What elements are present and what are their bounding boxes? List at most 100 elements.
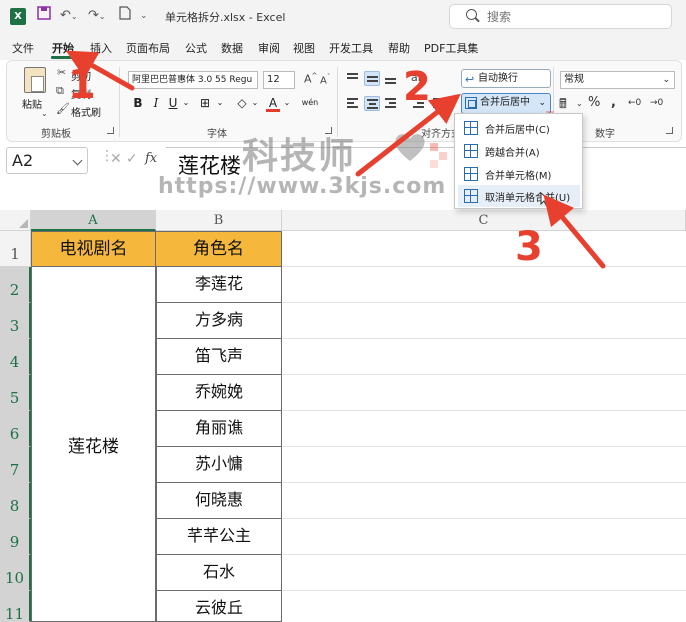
copy-icon[interactable]: ⧉	[56, 84, 64, 98]
increase-decimal-icon[interactable]: ←0	[628, 98, 641, 108]
column-header-b[interactable]: B	[156, 210, 282, 231]
tab-home[interactable]: 开始	[52, 40, 74, 56]
cell-a1[interactable]: 电视剧名	[31, 231, 156, 267]
row-header-5[interactable]: 5	[0, 375, 31, 411]
borders-icon[interactable]: ⊞	[198, 94, 212, 112]
merge-across-icon	[464, 144, 478, 158]
wrap-text-label: 自动换行	[478, 73, 518, 84]
font-color-dropdown-icon[interactable]: ⌄	[283, 94, 291, 112]
search-input[interactable]	[487, 8, 657, 25]
cell-b7[interactable]: 苏小慵	[156, 447, 282, 483]
print-preview-icon[interactable]	[119, 6, 131, 26]
undo-icon[interactable]: ↶⌄	[60, 6, 78, 26]
cell-b6[interactable]: 角丽谯	[156, 411, 282, 447]
cell-b4[interactable]: 笛飞声	[156, 339, 282, 375]
merge-dropdown-icon[interactable]: ⌄	[538, 94, 546, 112]
cell-b8[interactable]: 何晓惠	[156, 483, 282, 519]
number-format-select[interactable]: 常规 ⌄	[560, 71, 675, 89]
accounting-dropdown-icon[interactable]: ⌄	[576, 99, 583, 108]
underline-icon[interactable]: U	[167, 94, 179, 112]
tab-page-layout[interactable]: 页面布局	[126, 40, 170, 56]
fill-color-dropdown-icon[interactable]: ⌄	[251, 94, 259, 112]
enter-icon[interactable]: ✓	[126, 151, 138, 167]
gridline	[282, 374, 686, 375]
align-middle-icon[interactable]	[364, 71, 380, 86]
increase-font-icon[interactable]: A^	[304, 72, 317, 86]
save-icon[interactable]	[37, 6, 51, 26]
column-header-a[interactable]: A	[31, 210, 156, 231]
tab-help[interactable]: 帮助	[388, 40, 410, 56]
menu-item-merge-center[interactable]: 合并后居中(C)	[458, 117, 580, 139]
gridline	[282, 554, 686, 555]
row-header-7[interactable]: 7	[0, 447, 31, 483]
row-header-9[interactable]: 9	[0, 519, 31, 555]
font-size-select[interactable]: 12	[263, 71, 295, 89]
cell-b10[interactable]: 石水	[156, 555, 282, 591]
row-header-10[interactable]: 10	[0, 555, 31, 591]
borders-dropdown-icon[interactable]: ⌄	[216, 94, 224, 112]
cut-icon[interactable]: ✂	[57, 66, 66, 79]
row-header-2[interactable]: 2	[0, 267, 31, 303]
customize-qat-icon[interactable]: ⌄	[140, 6, 148, 26]
menu-item-label: 合并单元格(M)	[485, 171, 552, 182]
tab-formulas[interactable]: 公式	[185, 40, 207, 56]
cell-b9[interactable]: 芊芊公主	[156, 519, 282, 555]
cell-b11[interactable]: 云彼丘	[156, 591, 282, 622]
select-all-button[interactable]	[0, 210, 31, 231]
cell-b2[interactable]: 李莲花	[156, 267, 282, 303]
annotation-number-1: 1	[68, 62, 96, 108]
cell-b1[interactable]: 角色名	[156, 231, 282, 267]
tab-file[interactable]: 文件	[12, 40, 34, 56]
align-left-icon[interactable]	[345, 96, 361, 111]
search-box[interactable]	[449, 4, 672, 29]
tab-pdf-tools[interactable]: PDF工具集	[424, 40, 478, 56]
paste-dropdown-icon[interactable]: ⌄	[41, 109, 48, 118]
merged-cell-a2[interactable]: 莲花楼	[31, 267, 156, 622]
cell-b5[interactable]: 乔婉娩	[156, 375, 282, 411]
cell-b3[interactable]: 方多病	[156, 303, 282, 339]
increase-indent-icon[interactable]	[431, 96, 447, 111]
tab-developer[interactable]: 开发工具	[329, 40, 373, 56]
align-right-icon[interactable]	[383, 96, 399, 111]
phonetic-guide-icon[interactable]: wén	[301, 94, 319, 112]
comma-style-icon[interactable]: ,	[611, 95, 616, 110]
percent-icon[interactable]: %	[588, 95, 600, 110]
gridline	[282, 410, 686, 411]
font-color-icon[interactable]: A	[266, 94, 280, 112]
row-header-1[interactable]: 1	[0, 231, 31, 267]
font-name-select[interactable]: 阿里巴巴普惠体 3.0 55 Regu	[128, 71, 258, 89]
underline-dropdown-icon[interactable]: ⌄	[182, 94, 190, 112]
wrap-text-button[interactable]: ↩ 自动换行	[461, 69, 551, 88]
clipboard-launcher-icon[interactable]	[107, 127, 114, 134]
menu-item-merge-across[interactable]: 跨越合并(A)	[458, 140, 580, 162]
menu-item-unmerge-cells[interactable]: 取消单元格合并(U)	[458, 185, 580, 207]
merge-center-button[interactable]: 合并后居中 ⌄	[461, 93, 551, 114]
row-header-8[interactable]: 8	[0, 483, 31, 519]
redo-icon[interactable]: ↷⌄	[88, 6, 106, 26]
row-header-3[interactable]: 3	[0, 303, 31, 339]
cancel-icon[interactable]: ✕	[110, 151, 122, 167]
row-header-4[interactable]: 4	[0, 339, 31, 375]
merge-dropdown-menu: 合并后居中(C) 跨越合并(A) 合并单元格(M) 取消单元格合并(U)	[454, 113, 583, 209]
menu-item-merge-cells[interactable]: 合并单元格(M)	[458, 163, 580, 185]
gridline	[282, 302, 686, 303]
fill-color-icon[interactable]: ◇	[235, 94, 249, 112]
tab-view[interactable]: 视图	[293, 40, 315, 56]
paste-icon[interactable]	[24, 67, 46, 93]
tab-data[interactable]: 数据	[221, 40, 243, 56]
decrease-font-icon[interactable]: Aˇ	[320, 73, 330, 86]
tab-insert[interactable]: 插入	[90, 40, 112, 56]
paste-button-label[interactable]: 粘贴	[22, 96, 42, 111]
decrease-decimal-icon[interactable]: →0	[650, 98, 663, 108]
column-header-c[interactable]: C	[282, 210, 686, 231]
align-top-icon[interactable]	[345, 71, 361, 86]
italic-icon[interactable]: I	[150, 94, 162, 112]
bold-icon[interactable]: B	[132, 94, 144, 112]
insert-function-icon[interactable]: fx	[145, 151, 157, 166]
row-header-6[interactable]: 6	[0, 411, 31, 447]
row-header-11[interactable]: 11	[0, 591, 31, 622]
tab-review[interactable]: 审阅	[258, 40, 280, 56]
align-center-icon[interactable]	[364, 96, 380, 111]
align-bottom-icon[interactable]	[383, 71, 399, 86]
number-launcher-icon[interactable]	[666, 127, 673, 134]
